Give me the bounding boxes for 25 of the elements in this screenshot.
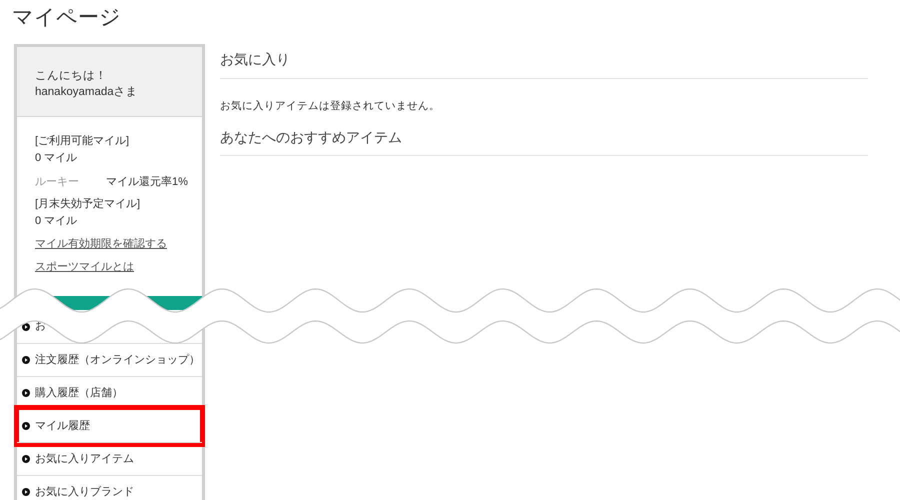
- text-link[interactable]: マイル有効期限を確認する: [35, 235, 167, 253]
- miles-label: [月末失効予定マイル]: [35, 196, 140, 212]
- menu-item[interactable]: お気に入りブランド: [35, 484, 134, 500]
- user-name: hanakoyamadaさま: [35, 85, 138, 100]
- circle-arrow-icon: [22, 455, 30, 463]
- menu-item[interactable]: マイル履歴: [35, 418, 90, 434]
- text-link[interactable]: スポーツマイルとは: [35, 258, 134, 276]
- menu-item[interactable]: 購入履歴（店舗）: [35, 384, 123, 402]
- miles-value: 0 マイル: [35, 151, 78, 166]
- circle-arrow-icon: [22, 389, 30, 397]
- page-title: マイページ: [12, 5, 121, 31]
- circle-arrow-icon: [22, 488, 30, 496]
- circle-arrow-icon: [22, 356, 30, 364]
- menu-item[interactable]: お気に入りアイテム: [35, 450, 134, 468]
- miles-label: [ご利用可能マイル]: [35, 134, 130, 149]
- return-rate-text: マイル還元率1%: [106, 174, 188, 190]
- greeting-text: こんにちは！: [35, 69, 107, 84]
- circle-arrow-icon: [22, 422, 30, 430]
- empty-message: お気に入りアイテムは登録されていません。: [220, 99, 440, 114]
- rank-text: ルーキー: [35, 175, 80, 190]
- section-heading: お気に入り: [220, 51, 290, 67]
- miles-value: 0 マイル: [35, 214, 78, 229]
- circle-arrow-icon: [22, 322, 30, 330]
- section-heading: あなたへのおすすめアイテム: [220, 129, 402, 145]
- menu-item[interactable]: 注文履歴（オンラインショップ）: [35, 352, 200, 368]
